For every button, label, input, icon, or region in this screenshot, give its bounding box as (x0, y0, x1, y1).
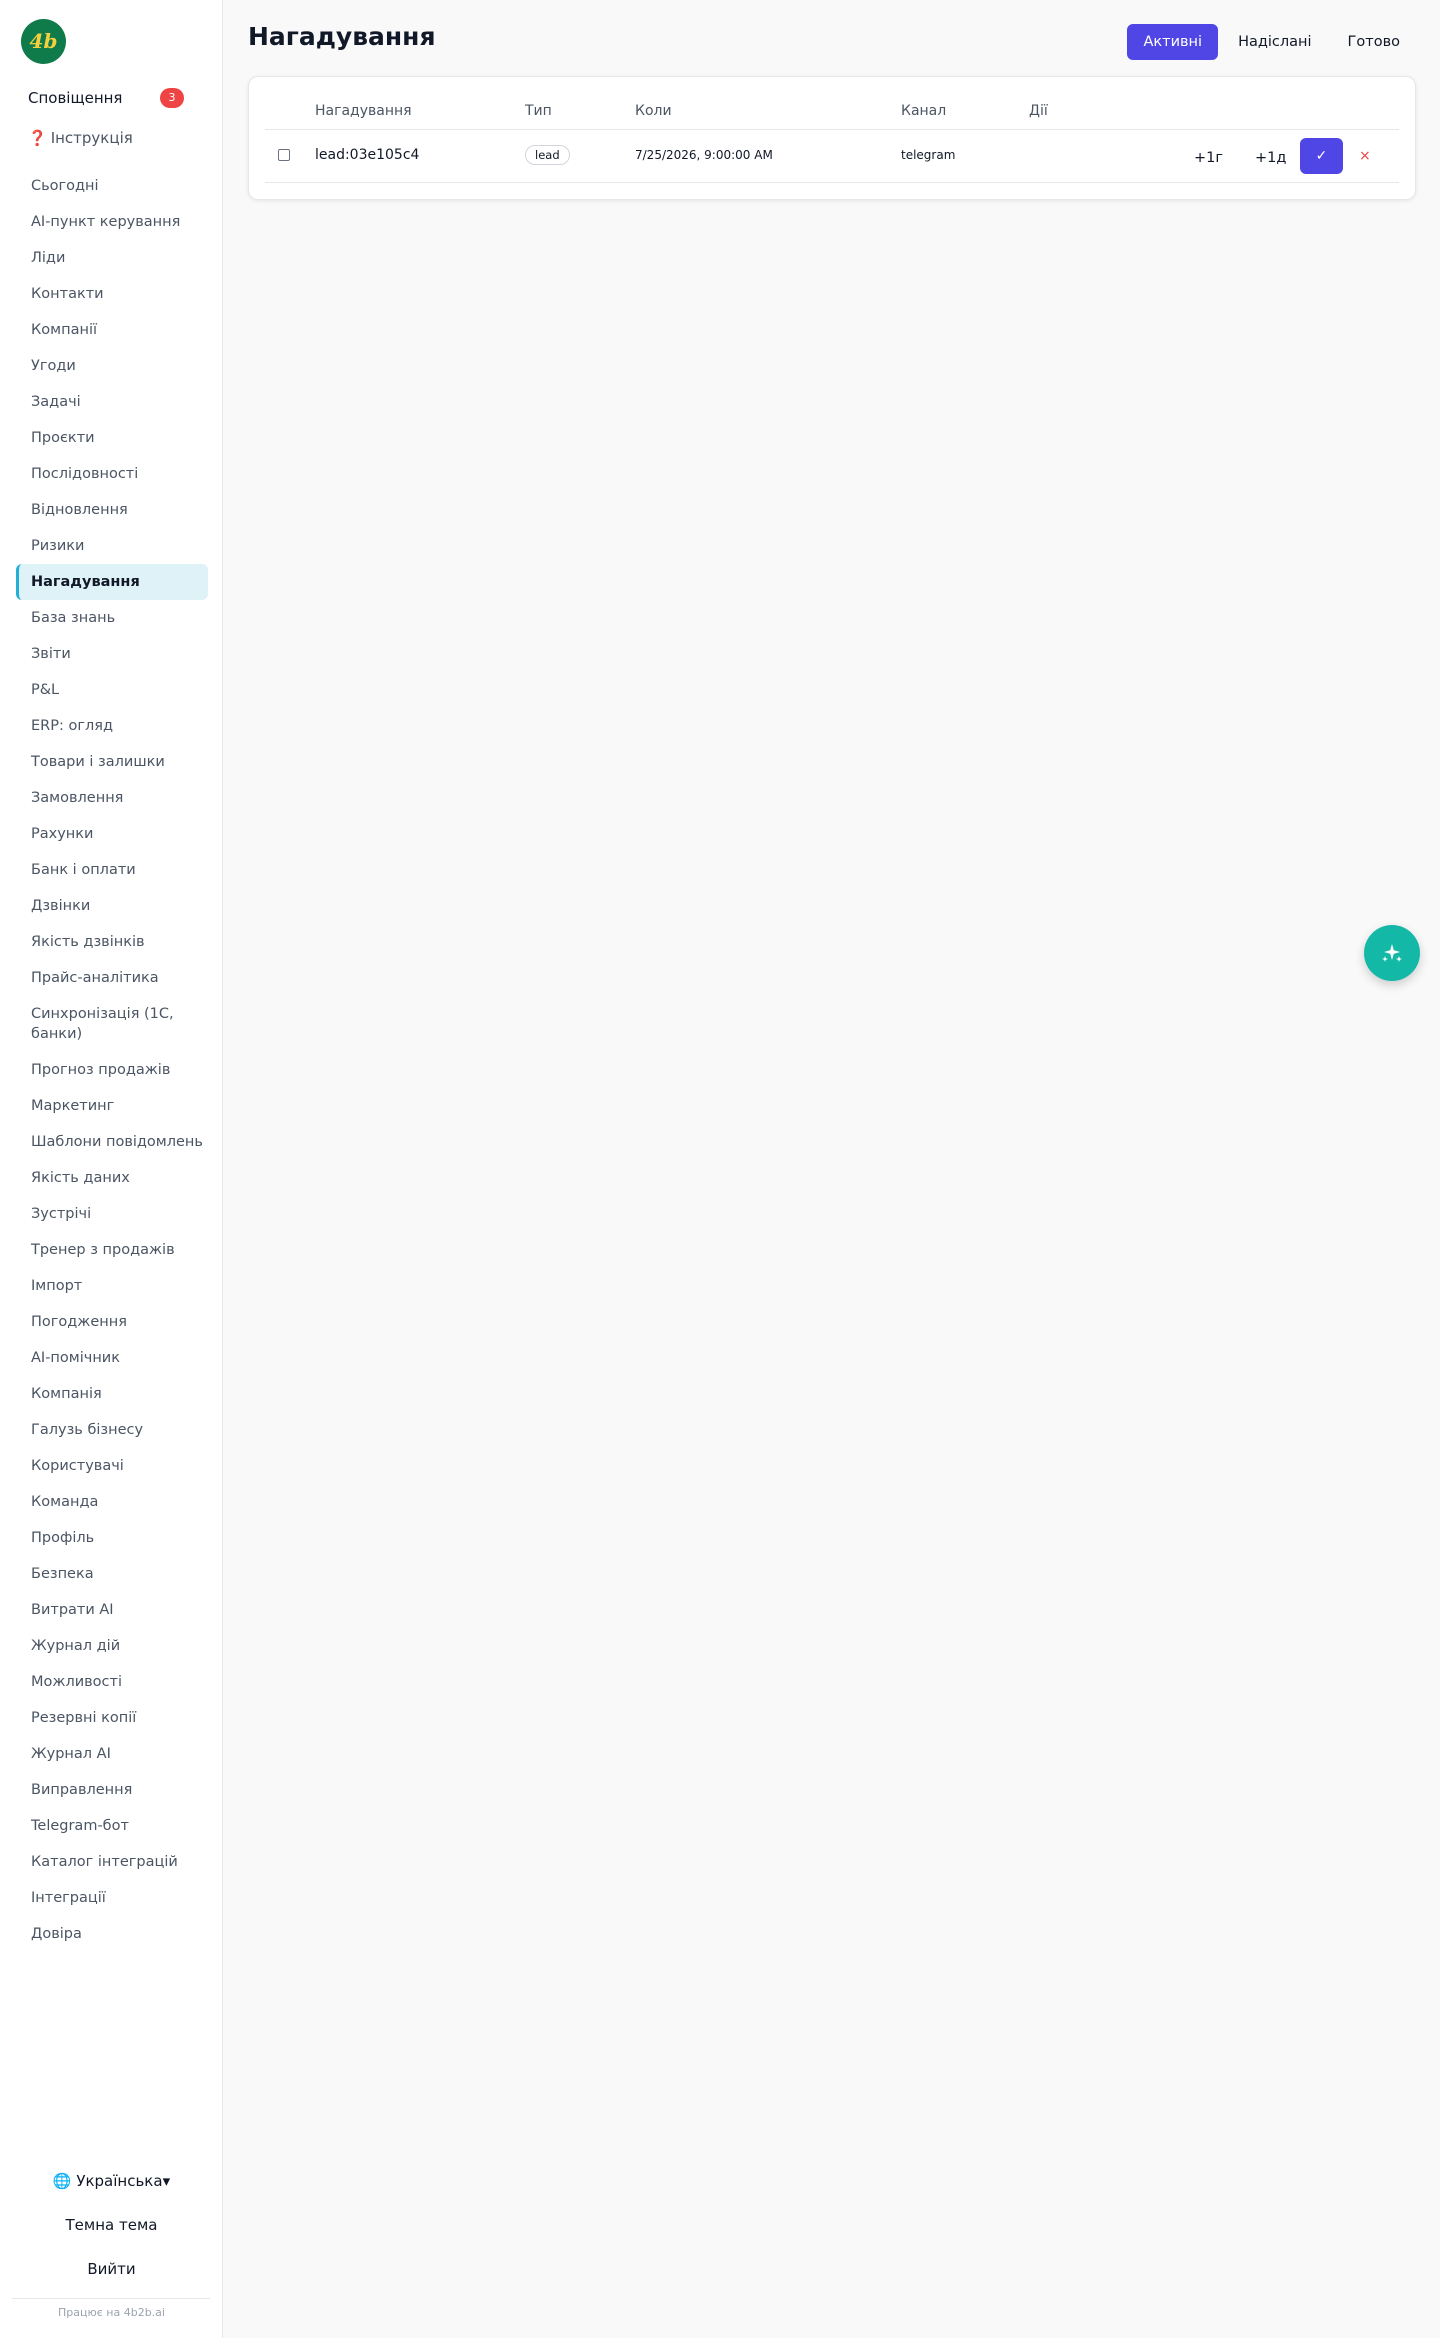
sidebar-item[interactable]: Синхронізація (1С, банки) (16, 996, 208, 1052)
sidebar-item[interactable]: Погодження (16, 1304, 208, 1340)
sidebar-nav: Сьогодні AI-пункт керування Ліди Контакти Ко… (16, 168, 208, 1952)
sidebar-item[interactable]: Тренер з продажів (16, 1232, 208, 1268)
sidebar-item[interactable]: Користувачі (16, 1448, 208, 1484)
sidebar-item[interactable]: Компанія (16, 1376, 208, 1412)
sidebar-item[interactable]: Команда (16, 1484, 208, 1520)
column-header-actions: Дії (1029, 103, 1048, 119)
notifications-count-badge: 3 (160, 88, 184, 108)
footer-divider (12, 2298, 210, 2299)
sidebar-item[interactable]: Прайс-аналітика (16, 960, 208, 996)
theme-toggle-button[interactable]: Темна тема (0, 2216, 223, 2234)
sidebar-item[interactable]: Контакти (16, 276, 208, 312)
sidebar-item[interactable]: Якість даних (16, 1160, 208, 1196)
snooze-day-button[interactable]: +1д (1255, 141, 1286, 175)
sidebar-item[interactable]: P&L (16, 672, 208, 708)
sidebar-item[interactable]: Товари і залишки (16, 744, 208, 780)
sidebar-item[interactable]: Каталог інтеграцій (16, 1844, 208, 1880)
sidebar-item[interactable]: Нагадування (16, 564, 208, 600)
sidebar-item[interactable]: Профіль (16, 1520, 208, 1556)
sidebar-item[interactable]: Галузь бізнесу (16, 1412, 208, 1448)
sidebar-item[interactable]: Маркетинг (16, 1088, 208, 1124)
sidebar-item[interactable]: Ліди (16, 240, 208, 276)
sidebar-item[interactable]: Якість дзвінків (16, 924, 208, 960)
sidebar-item[interactable]: Журнал AI (16, 1736, 208, 1772)
column-header-when: Коли (635, 103, 672, 119)
reminder-when: 7/25/2026, 9:00:00 AM (635, 148, 773, 162)
row-checkbox[interactable] (278, 149, 290, 161)
sparkles-icon (1382, 944, 1402, 962)
reminder-name: lead:03e105c4 (315, 147, 420, 163)
column-header-reminder: Нагадування (315, 103, 412, 119)
tab-done[interactable]: Готово (1332, 24, 1416, 60)
sidebar-item[interactable]: Задачі (16, 384, 208, 420)
ai-assistant-fab[interactable] (1364, 925, 1420, 981)
snooze-hour-button[interactable]: +1г (1194, 141, 1223, 175)
header-divider (265, 129, 1399, 130)
status-tabs: Активні Надіслані Готово (1127, 24, 1416, 60)
sidebar-item[interactable]: Довіра (16, 1916, 208, 1952)
sidebar-item[interactable]: AI-помічник (16, 1340, 208, 1376)
sidebar-item[interactable]: База знань (16, 600, 208, 636)
sidebar-item[interactable]: Відновлення (16, 492, 208, 528)
column-header-channel: Канал (901, 103, 947, 119)
sidebar-item[interactable]: Імпорт (16, 1268, 208, 1304)
reminder-channel: telegram (901, 148, 956, 162)
sidebar-item[interactable]: Зустрічі (16, 1196, 208, 1232)
logout-button[interactable]: Вийти (0, 2260, 223, 2278)
tab-active[interactable]: Активні (1127, 24, 1219, 60)
sidebar-item[interactable]: Витрати AI (16, 1592, 208, 1628)
sidebar-item[interactable]: Дзвінки (16, 888, 208, 924)
sidebar-item[interactable]: Угоди (16, 348, 208, 384)
language-select[interactable]: 🌐 Українська▾ (0, 2172, 223, 2190)
sidebar-item[interactable]: Шаблони повідомлень (16, 1124, 208, 1160)
sidebar-item[interactable]: Сьогодні (16, 168, 208, 204)
sidebar-item[interactable]: ERP: огляд (16, 708, 208, 744)
sidebar-item[interactable]: Послідовності (16, 456, 208, 492)
mark-done-button[interactable]: ✓ (1300, 138, 1343, 174)
logo[interactable]: 4b (21, 19, 66, 64)
sidebar-item[interactable]: Резервні копії (16, 1700, 208, 1736)
help-link[interactable]: ❓ Інструкція (28, 129, 133, 147)
column-header-type: Тип (525, 103, 552, 119)
reminders-table: Нагадування Тип Коли Канал Дії lead:03e1… (248, 76, 1416, 200)
sidebar-item[interactable]: Компанії (16, 312, 208, 348)
sidebar-item[interactable]: Інтеграції (16, 1880, 208, 1916)
sidebar-item[interactable]: Безпека (16, 1556, 208, 1592)
sidebar-item[interactable]: AI-пункт керування (16, 204, 208, 240)
notifications-label: Сповіщення (28, 89, 123, 107)
sidebar-item[interactable]: Проєкти (16, 420, 208, 456)
tab-sent[interactable]: Надіслані (1222, 24, 1327, 60)
sidebar: 4b Сповіщення 3 ❓ Інструкція Сьогодні AI-п… (0, 0, 223, 2338)
sidebar-item[interactable]: Ризики (16, 528, 208, 564)
sidebar-item[interactable]: Можливості (16, 1664, 208, 1700)
type-badge: lead (525, 145, 570, 165)
sidebar-item[interactable]: Рахунки (16, 816, 208, 852)
delete-button[interactable]: × (1359, 141, 1371, 171)
help-label: Інструкція (50, 129, 133, 147)
powered-by-text: Працює на 4b2b.ai (58, 2306, 165, 2319)
sidebar-item[interactable]: Банк і оплати (16, 852, 208, 888)
sidebar-item[interactable]: Прогноз продажів (16, 1052, 208, 1088)
notifications-button[interactable]: Сповіщення 3 (16, 86, 196, 110)
question-icon: ❓ (28, 129, 47, 147)
sidebar-item[interactable]: Telegram-бот (16, 1808, 208, 1844)
page-title: Нагадування (248, 22, 436, 51)
row-divider (265, 182, 1399, 183)
sidebar-item[interactable]: Звіти (16, 636, 208, 672)
sidebar-item[interactable]: Замовлення (16, 780, 208, 816)
sidebar-item[interactable]: Виправлення (16, 1772, 208, 1808)
sidebar-item[interactable]: Журнал дій (16, 1628, 208, 1664)
